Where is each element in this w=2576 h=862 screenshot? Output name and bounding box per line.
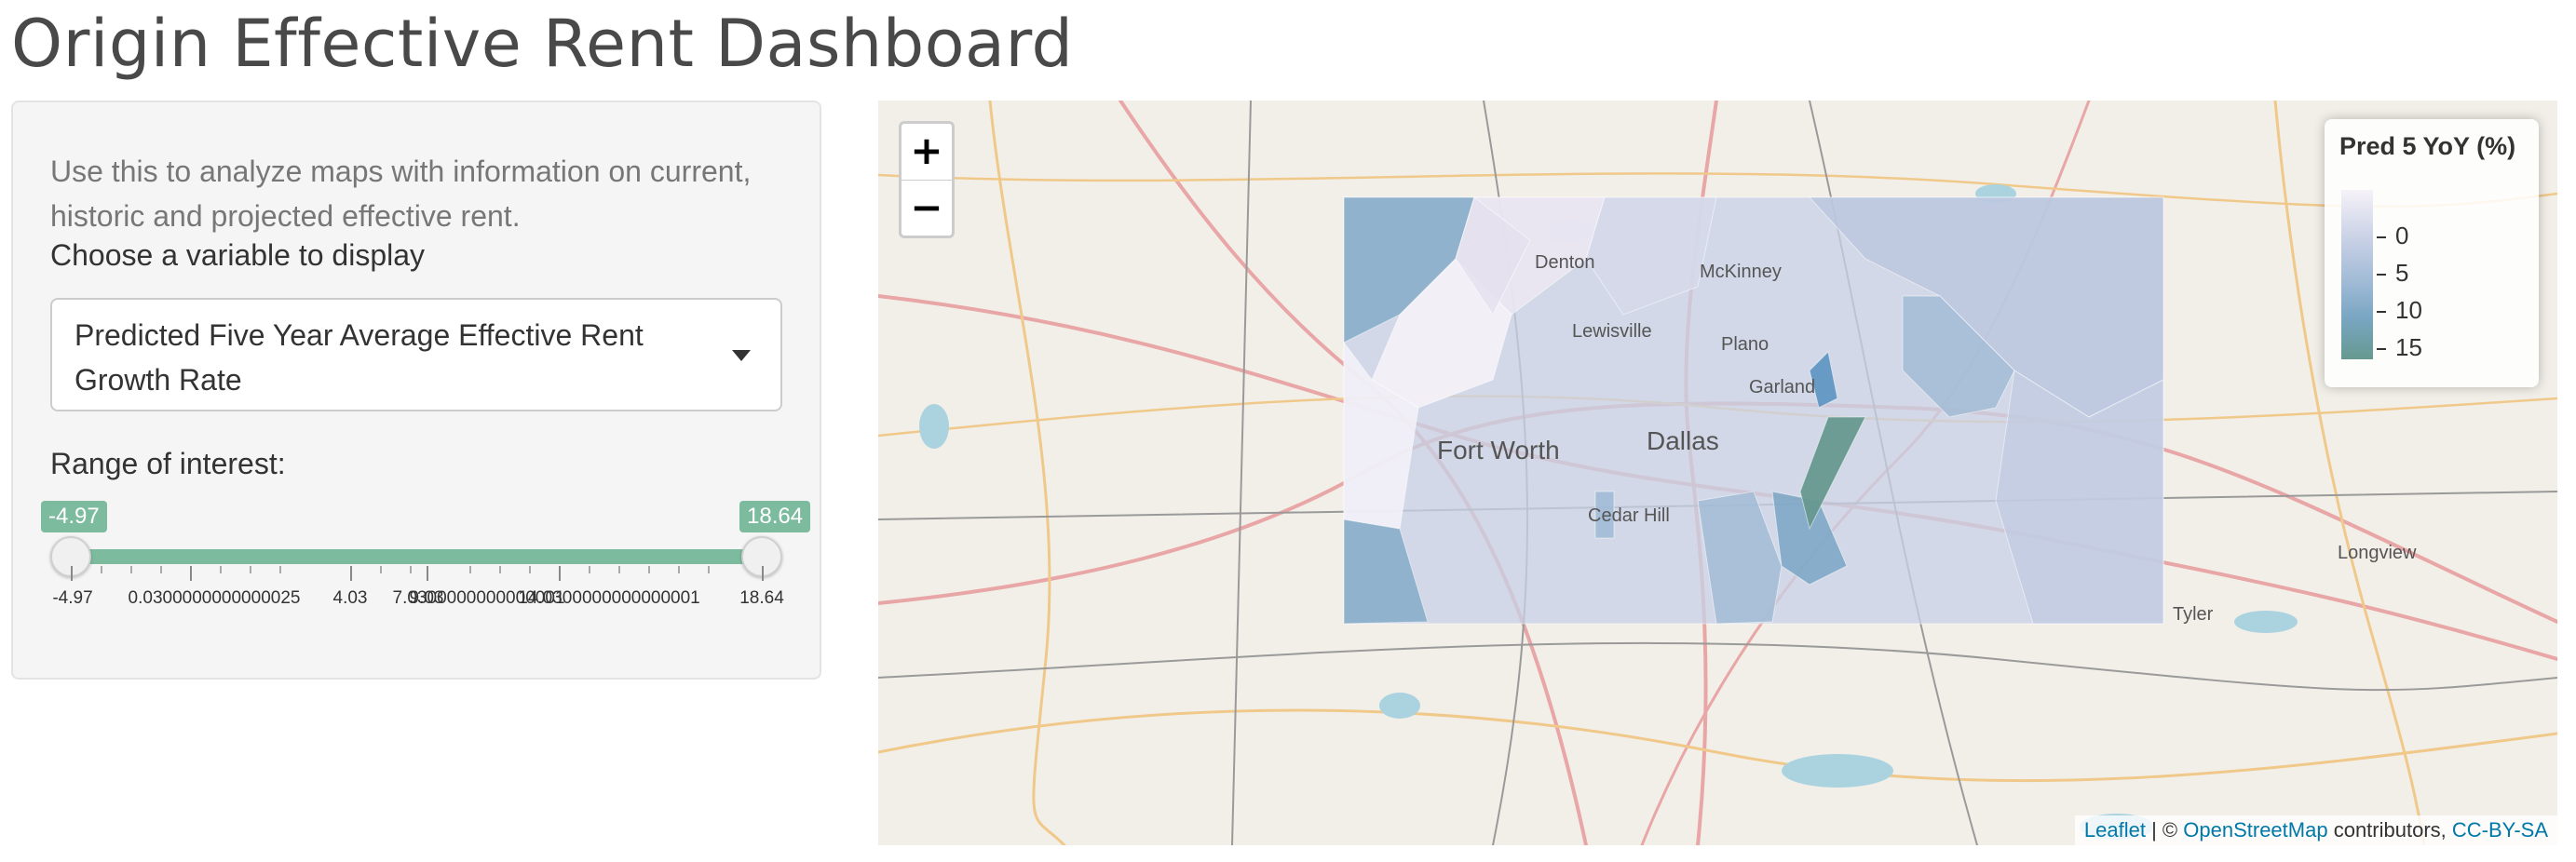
slider-tick (220, 566, 222, 573)
caret-down-icon (732, 350, 751, 361)
slider-max-badge: 18.64 (739, 501, 811, 532)
slider-tick (190, 566, 192, 581)
slider-tick (762, 566, 764, 581)
leaflet-map[interactable]: Denton McKinney Lewisville Plano Garland… (878, 101, 2557, 845)
city-label-cedar-hill: Cedar Hill (1588, 505, 1670, 526)
slider-tick (101, 566, 102, 573)
zoom-control: + − (899, 121, 955, 238)
legend-title: Pred 5 YoY (%) (2339, 132, 2516, 160)
page-title: Origin Effective Rent Dashboard (11, 6, 1074, 82)
slider-track[interactable] (71, 549, 762, 564)
slider-tick (410, 566, 412, 573)
sidebar-description: Use this to analyze maps with informatio… (50, 155, 752, 233)
slider-tick (130, 566, 132, 573)
slider-tick (469, 566, 471, 573)
slider-tick (648, 566, 650, 573)
legend-tick (2377, 311, 2386, 313)
city-label-fort-worth: Fort Worth (1437, 436, 1560, 465)
zoom-in-button[interactable]: + (902, 124, 952, 181)
slider-tick (529, 566, 531, 573)
legend-color-bar (2341, 190, 2373, 359)
slider-tick (350, 566, 352, 581)
variable-select[interactable]: Predicted Five Year Average Effective Re… (50, 298, 782, 411)
slider-tick (618, 566, 620, 573)
sidebar-panel: Use this to analyze maps with informatio… (11, 101, 821, 680)
slider-grid-label: 14.0300000000000001 (518, 588, 700, 608)
slider-grid-label: 0.0300000000000025 (128, 588, 301, 608)
license-link[interactable]: CC-BY-SA (2452, 818, 2548, 842)
openstreetmap-link[interactable]: OpenStreetMap (2183, 818, 2327, 842)
city-label-plano: Plano (1721, 334, 1769, 355)
slider-tick (559, 566, 561, 581)
city-label-mckinney: McKinney (1700, 262, 1782, 282)
slider-grid-label: -4.97 (52, 588, 93, 608)
legend-tick (2377, 236, 2386, 238)
slider-tick (250, 566, 251, 573)
slider-tick (279, 566, 281, 573)
legend-label: 10 (2395, 296, 2422, 324)
slider-tick (499, 566, 501, 573)
map-tiles[interactable]: Denton McKinney Lewisville Plano Garland… (878, 101, 2557, 845)
slider-tick (427, 566, 428, 581)
attribution-contributors: contributors, (2333, 818, 2447, 842)
range-label: Range of interest: (50, 447, 286, 480)
slider-tick (589, 566, 590, 573)
slider-tick (380, 566, 382, 573)
leaflet-link[interactable]: Leaflet (2084, 818, 2146, 842)
legend-label: 15 (2395, 333, 2422, 361)
slider-min-badge: -4.97 (41, 501, 107, 532)
city-label-denton: Denton (1535, 252, 1595, 273)
legend-tick (2377, 274, 2386, 276)
map-attribution: Leaflet | © OpenStreetMap contributors, … (2074, 815, 2557, 845)
variable-select-label: Choose a variable to display (50, 238, 426, 272)
zoom-out-button[interactable]: − (902, 181, 952, 236)
map-legend: Pred 5 YoY (%) 0 5 10 15 (2325, 119, 2539, 387)
slider-grid-label: 18.64 (739, 588, 784, 608)
variable-select-value: Predicted Five Year Average Effective Re… (75, 318, 644, 397)
city-label-lewisville: Lewisville (1572, 321, 1652, 342)
legend-label: 0 (2395, 222, 2409, 249)
slider-grid-label: 4.03 (332, 588, 368, 608)
slider-tick (160, 566, 162, 573)
slider-tick (71, 566, 73, 581)
legend-tick (2377, 348, 2386, 350)
slider-tick (708, 566, 710, 573)
city-label-garland: Garland (1749, 377, 1815, 397)
city-label-dallas: Dallas (1647, 426, 1719, 455)
city-label-longview: Longview (2338, 543, 2417, 563)
attribution-separator: | © (2151, 818, 2178, 842)
legend-label: 5 (2395, 259, 2409, 287)
slider-tick (678, 566, 680, 573)
city-label-tyler: Tyler (2173, 604, 2214, 625)
